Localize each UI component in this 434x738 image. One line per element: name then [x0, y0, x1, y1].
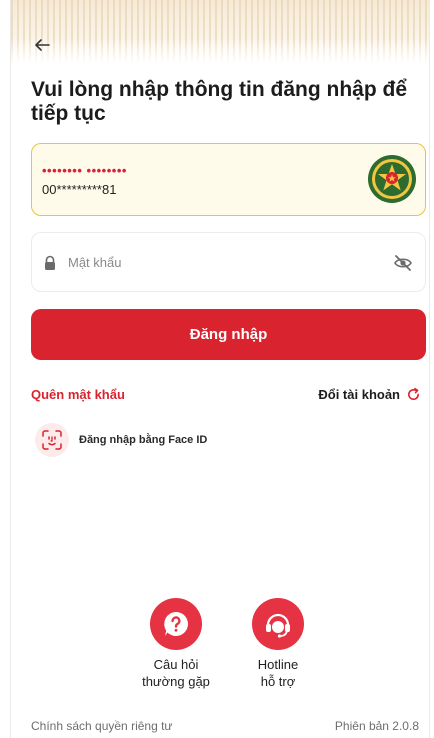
login-screen: Vui lòng nhập thông tin đăng nhập để tiế…: [10, 0, 430, 738]
lock-icon: [45, 255, 55, 270]
password-field[interactable]: Mật khẩu: [31, 232, 426, 292]
forgot-password-link[interactable]: Quên mật khẩu: [31, 387, 125, 402]
faceid-badge: [35, 423, 69, 457]
police-emblem-icon: [368, 155, 416, 203]
app-version: Phiên bản 2.0.8: [334, 719, 419, 733]
password-placeholder: Mật khẩu: [68, 255, 122, 270]
masked-account-number: 00*********81: [42, 182, 117, 197]
hotline-button[interactable]: Hotline hỗ trợ: [228, 598, 328, 690]
support-agent-icon: [266, 613, 290, 638]
hotline-label: Hotline hỗ trợ: [257, 657, 299, 689]
faq-circle: [150, 598, 202, 650]
face-id-icon: [42, 430, 62, 450]
faceid-label: Đăng nhập bằng Face ID: [79, 434, 208, 446]
account-card[interactable]: •••••••• •••••••• 00*********81: [31, 143, 426, 216]
back-button[interactable]: [31, 34, 53, 56]
masked-account-name: •••••••• ••••••••: [42, 163, 127, 178]
eye-off-icon[interactable]: [393, 253, 413, 273]
faq-label: Câu hỏi thường gặp: [142, 657, 210, 689]
faq-button[interactable]: Câu hỏi thường gặp: [126, 598, 226, 690]
switch-account-button[interactable]: Đổi tài khoản: [318, 387, 421, 402]
privacy-policy-link[interactable]: Chính sách quyền riêng tư: [31, 719, 172, 733]
refresh-icon: [408, 387, 419, 400]
question-bubble-icon: [164, 612, 188, 636]
page-title: Vui lòng nhập thông tin đăng nhập để tiế…: [31, 78, 408, 125]
login-button[interactable]: Đăng nhập: [31, 309, 426, 360]
decorative-banner: [11, 0, 429, 64]
hotline-circle: [252, 598, 304, 650]
arrow-left-icon: [35, 39, 50, 51]
switch-account-label: Đổi tài khoản: [318, 387, 400, 402]
faceid-login-button[interactable]: Đăng nhập bằng Face ID: [35, 423, 207, 457]
